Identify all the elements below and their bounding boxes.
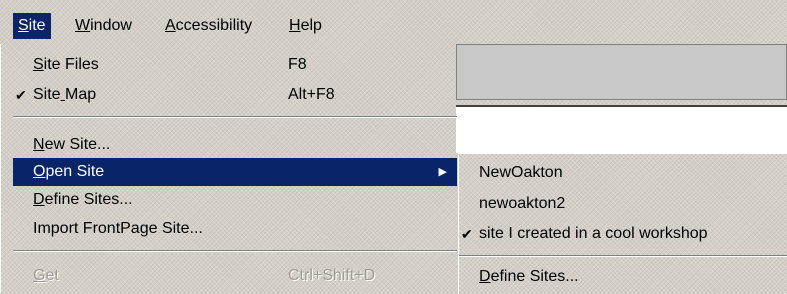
submenu-item-define-sites[interactable]: Define Sites... (459, 263, 787, 291)
get-shortcut: Ctrl+Shift+D (288, 267, 376, 284)
get-mnemonic: G (33, 267, 46, 284)
define-sites-mnemonic: D (33, 191, 45, 208)
get-text: et (45, 267, 59, 284)
open-site-mnemonic: O (33, 163, 46, 180)
site-files-label: Site Files (33, 51, 99, 79)
submenu-separator (459, 255, 787, 257)
open-site-text: pen Site (45, 163, 105, 180)
open-site-submenu: NewOakton newoakton2 ✔ site I created in… (458, 153, 787, 294)
menu-accessibility-label: ccessibility (175, 17, 253, 34)
submenu-site-label: newoakton2 (479, 195, 566, 212)
menu-item-new-site[interactable]: New Site... (13, 131, 457, 159)
menu-separator (13, 116, 457, 118)
menu-item-get: Get Ctrl+Shift+D (13, 262, 457, 290)
window-toolbar-panel (456, 44, 787, 100)
define-sites-label: Define Sites... (33, 186, 133, 214)
new-site-text: ew Site... (44, 136, 111, 153)
site-map-shortcut: Alt+F8 (288, 86, 335, 103)
submenu-arrow-icon: ▶ (438, 166, 447, 178)
site-map-text-pre: Site (33, 86, 61, 103)
site-files-mnemonic: S (33, 56, 44, 73)
checkmark-icon: ✔ (461, 226, 473, 242)
submenu-item-site-checked[interactable]: ✔ site I created in a cool workshop (459, 220, 787, 248)
submenu-site-label: NewOakton (479, 164, 563, 181)
get-label: Get (33, 262, 59, 290)
menu-separator (13, 250, 457, 252)
site-map-text-post: Map (65, 86, 97, 103)
menu-site-label: ite (28, 17, 46, 34)
menu-window-label: indow (90, 17, 132, 34)
checkmark-icon: ✔ (15, 87, 27, 103)
submenu-item-site[interactable]: NewOakton (459, 159, 787, 187)
menu-accessibility[interactable]: Accessibility (160, 13, 257, 39)
menu-window-mnemonic: W (75, 17, 91, 34)
site-files-shortcut: F8 (288, 56, 307, 73)
submenu-define-sites-text: efine Sites... (490, 268, 579, 285)
menu-item-site-files[interactable]: Site Files F8 (13, 51, 457, 79)
open-site-label: Open Site (33, 158, 104, 186)
menu-window[interactable]: Window (70, 13, 137, 39)
submenu-define-sites-label: Define Sites... (479, 263, 579, 291)
import-frontpage-label: Import FrontPage Site... (33, 220, 203, 237)
new-site-mnemonic: N (33, 136, 45, 153)
site-menu-dropdown: Site Files F8 ✔ Site Map Alt+F8 New Site… (0, 44, 457, 293)
menu-accessibility-mnemonic: A (165, 17, 176, 34)
site-map-label: Site Map (33, 81, 96, 109)
site-files-text: ite Files (43, 56, 99, 73)
menu-help-mnemonic: H (289, 17, 301, 34)
define-sites-text: efine Sites... (44, 191, 133, 208)
submenu-define-sites-mnemonic: D (479, 268, 491, 285)
menu-help-label: elp (300, 17, 322, 34)
submenu-item-site[interactable]: newoakton2 (459, 190, 787, 218)
window-content-area (456, 105, 787, 153)
new-site-label: New Site... (33, 131, 110, 159)
submenu-site-label: site I created in a cool workshop (479, 225, 708, 242)
menu-site[interactable]: Site (13, 13, 51, 39)
menu-item-site-map[interactable]: ✔ Site Map Alt+F8 (13, 81, 457, 109)
menu-item-define-sites[interactable]: Define Sites... (13, 186, 457, 214)
menu-item-open-site[interactable]: Open Site ▶ (13, 158, 457, 186)
menu-item-import-frontpage[interactable]: Import FrontPage Site... (13, 215, 457, 243)
menu-site-mnemonic: S (18, 17, 29, 34)
menu-help[interactable]: Help (284, 13, 327, 39)
menu-bar: Site Window Accessibility Help (0, 0, 787, 44)
